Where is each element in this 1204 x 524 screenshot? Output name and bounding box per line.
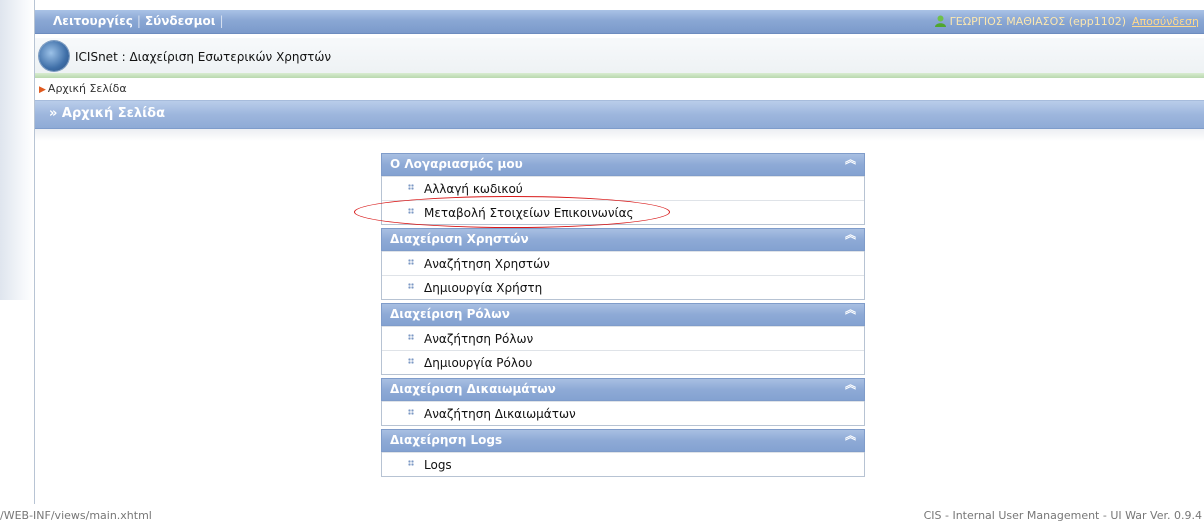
group-permissions-management: Διαχείριση Δικαιωμάτων ︽ Αναζήτηση Δικαι… (381, 378, 865, 426)
group-title: Διαχείριση Χρηστών (390, 232, 529, 246)
user-info: ΓΕΩΡΓΙΟΣ ΜΑΘΙΑΣΟΣ (epp1102) Αποσύνδεση (934, 15, 1199, 28)
group-logs-management: Διαχείρηση Logs ︽ Logs (381, 429, 865, 477)
grid-dots-icon (408, 259, 414, 265)
group-title: Διαχείρηση Logs (390, 433, 503, 447)
double-chevron-up-icon[interactable]: ︽ (845, 154, 856, 165)
group-header[interactable]: Διαχείριση Δικαιωμάτων ︽ (381, 378, 865, 401)
double-chevron-up-icon[interactable]: ︽ (845, 379, 856, 390)
group-header[interactable]: Ο Λογαριασμός μου ︽ (381, 153, 865, 176)
menu-item-label[interactable]: Μεταβολή Στοιχείων Επικοινωνίας (424, 206, 634, 220)
group-header[interactable]: Διαχείριση Χρηστών ︽ (381, 228, 865, 251)
breadcrumb-arrow-icon: ▶ (39, 85, 46, 95)
menu-item-label[interactable]: Αναζήτηση Δικαιωμάτων (424, 407, 576, 421)
app-frame: Λειτουργίες | Σύνδεσμοι | ΓΕΩΡΓΙΟΣ ΜΑΘΙΑΣΟΣ… (34, 0, 1204, 504)
menu-item-search-users[interactable]: Αναζήτηση Χρηστών (382, 251, 864, 275)
menu-item-change-password[interactable]: Αλλαγή κωδικού (382, 176, 864, 200)
menu-item-label[interactable]: Δημιουργία Χρήστη (424, 281, 542, 295)
double-chevron-up-icon[interactable]: ︽ (845, 229, 856, 240)
menu-item-label[interactable]: Δημιουργία Ρόλου (424, 356, 532, 370)
menu-item-label[interactable]: Αναζήτηση Ρόλων (424, 332, 533, 346)
menu-item-logs[interactable]: Logs (382, 452, 864, 476)
left-gradient (0, 0, 34, 300)
menu-item-create-user[interactable]: Δημιουργία Χρήστη (382, 275, 864, 299)
group-title: Διαχείριση Δικαιωμάτων (390, 382, 556, 396)
group-title: Ο Λογαριασμός μου (390, 157, 523, 171)
menu-links[interactable]: Σύνδεσμοι (145, 14, 216, 28)
menu-item-label[interactable]: Αναζήτηση Χρηστών (424, 257, 550, 271)
menu-item-label[interactable]: Logs (424, 458, 452, 472)
app-title: ICISnet : Διαχείριση Εσωτερικών Χρηστών (75, 50, 332, 64)
page-title: » Αρχική Σελίδα (49, 106, 166, 121)
grid-dots-icon (408, 358, 414, 364)
menu-item-search-roles[interactable]: Αναζήτηση Ρόλων (382, 326, 864, 350)
breadcrumb-home[interactable]: Αρχική Σελίδα (48, 82, 127, 95)
logout-link[interactable]: Αποσύνδεση (1132, 15, 1199, 28)
top-menu-bar: Λειτουργίες | Σύνδεσμοι | ΓΕΩΡΓΙΟΣ ΜΑΘΙΑΣΟΣ… (35, 10, 1204, 34)
menu-item-contact-details[interactable]: Μεταβολή Στοιχείων Επικοινωνίας (354, 196, 864, 228)
header-divider (35, 73, 1204, 78)
grid-dots-icon (408, 184, 414, 190)
group-title: Διαχείριση Ρόλων (390, 307, 510, 321)
page-title-bar: » Αρχική Σελίδα (35, 100, 1204, 129)
menu-separator: | (219, 14, 224, 28)
grid-dots-icon (408, 208, 414, 214)
grid-dots-icon (408, 334, 414, 340)
group-header[interactable]: Διαχείρηση Logs ︽ (381, 429, 865, 452)
breadcrumb: ▶ Αρχική Σελίδα (39, 82, 127, 95)
menu-item-label[interactable]: Αλλαγή κωδικού (424, 182, 523, 196)
double-chevron-up-icon[interactable]: ︽ (845, 430, 856, 441)
menu-item-create-role[interactable]: Δημιουργία Ρόλου (382, 350, 864, 374)
user-name: ΓΕΩΡΓΙΟΣ ΜΑΘΙΑΣΟΣ (epp1102) (949, 15, 1127, 28)
menu-separator: | (136, 14, 141, 28)
group-user-management: Διαχείριση Χρηστών ︽ Αναζήτηση Χρηστών Δ… (381, 228, 865, 300)
app-header: ICISnet : Διαχείριση Εσωτερικών Χρηστών (35, 38, 1204, 73)
footer-view-path: /WEB-INF/views/main.xhtml (0, 509, 152, 522)
group-header[interactable]: Διαχείριση Ρόλων ︽ (381, 303, 865, 326)
menu-item-search-permissions[interactable]: Αναζήτηση Δικαιωμάτων (382, 401, 864, 425)
double-chevron-up-icon[interactable]: ︽ (845, 304, 856, 315)
grid-dots-icon (408, 460, 414, 466)
globe-logo-icon (39, 41, 69, 71)
group-role-management: Διαχείριση Ρόλων ︽ Αναζήτηση Ρόλων Δημιο… (381, 303, 865, 375)
group-my-account: Ο Λογαριασμός μου ︽ Αλλαγή κωδικού Μεταβ… (354, 153, 865, 228)
content-shadow (35, 129, 1204, 141)
navigation-panel: Ο Λογαριασμός μου ︽ Αλλαγή κωδικού Μεταβ… (354, 153, 865, 480)
footer-version: CIS - Internal User Management - UI War … (923, 509, 1202, 522)
grid-dots-icon (408, 409, 414, 415)
grid-dots-icon (408, 283, 414, 289)
user-icon (934, 15, 946, 27)
top-menu: Λειτουργίες | Σύνδεσμοι | (53, 14, 227, 28)
menu-functions[interactable]: Λειτουργίες (53, 14, 133, 28)
